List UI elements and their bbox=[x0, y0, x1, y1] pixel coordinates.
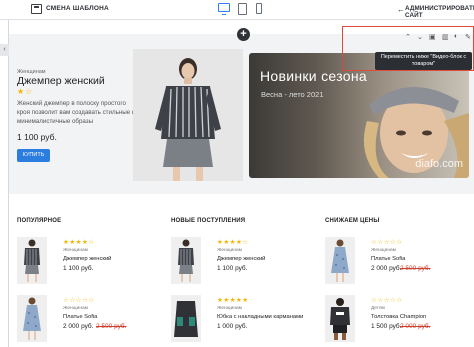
product-price: 1 500 руб. bbox=[371, 323, 402, 330]
admin-site-button[interactable]: АДМИНИСТРИРОВАТЬ САЙТ bbox=[405, 5, 474, 19]
product-name[interactable]: Платье Sofia bbox=[63, 314, 97, 320]
save-icon[interactable]: ▣ bbox=[429, 33, 436, 41]
product-old-price: 2 500 руб. bbox=[400, 265, 431, 272]
section-heading-sale: СНИЖАЕМ ЦЕНЫ bbox=[325, 218, 380, 224]
tablet-view-icon[interactable] bbox=[238, 3, 247, 15]
banner-watermark: diafo.com bbox=[415, 158, 463, 170]
featured-product-image[interactable] bbox=[133, 49, 243, 181]
product-thumb[interactable] bbox=[171, 237, 201, 284]
product-price: 2 000 руб. bbox=[371, 265, 402, 272]
product-category: Женщинам bbox=[217, 306, 242, 311]
product-price: 1 100 руб. bbox=[217, 265, 248, 272]
section-heading-popular: ПОПУЛЯРНОЕ bbox=[17, 218, 62, 224]
product-category: Женщинам bbox=[217, 248, 242, 253]
product-name[interactable]: Юбка с накладными карманами bbox=[217, 314, 303, 320]
product-thumb[interactable] bbox=[171, 295, 201, 342]
product-name[interactable]: Толстовка Champion bbox=[371, 314, 426, 320]
product-category: Детям bbox=[371, 306, 385, 311]
product-thumb[interactable] bbox=[17, 295, 47, 342]
panel-toggle-icon[interactable]: ‹ bbox=[0, 44, 9, 56]
product-category: Женщинам bbox=[63, 248, 88, 253]
product-rating: ☆☆☆☆☆ bbox=[371, 239, 403, 246]
desktop-view-icon[interactable] bbox=[218, 3, 230, 15]
add-block-button[interactable]: + bbox=[237, 28, 250, 41]
product-name[interactable]: Платье Sofia bbox=[371, 256, 405, 262]
featured-price: 1 100 руб. bbox=[17, 132, 57, 142]
buy-button[interactable]: КУПИТЬ bbox=[17, 149, 50, 162]
back-arrow-icon[interactable]: ← bbox=[397, 5, 405, 14]
featured-title[interactable]: Джемпер женский bbox=[17, 75, 105, 87]
product-thumb[interactable] bbox=[17, 237, 47, 284]
product-category: Женщинам bbox=[63, 306, 88, 311]
product-thumb[interactable] bbox=[325, 237, 355, 284]
top-toolbar: СМЕНА ШАБЛОНА ← АДМИНИСТРИРОВАТЬ САЙТ bbox=[0, 0, 474, 20]
section-heading-new: НОВЫЕ ПОСТУПЛЕНИЯ bbox=[171, 218, 246, 224]
move-tooltip: Переместить ниже "Видео-блок с товаром" bbox=[375, 52, 472, 70]
product-price: 1 100 руб. bbox=[63, 265, 94, 272]
template-icon[interactable] bbox=[31, 4, 42, 14]
banner-subtitle: Весна - лето 2021 bbox=[261, 90, 324, 99]
phone-view-icon[interactable] bbox=[256, 3, 262, 14]
change-template-button[interactable]: СМЕНА ШАБЛОНА bbox=[46, 5, 109, 12]
product-thumb[interactable] bbox=[325, 295, 355, 342]
season-banner[interactable]: Новинки сезона Весна - лето 2021 diafo.c… bbox=[249, 53, 469, 178]
product-rating: ★★★★☆ bbox=[63, 239, 95, 246]
product-old-price: 2 500 руб. bbox=[96, 323, 127, 330]
left-panel: ‹ bbox=[0, 20, 9, 347]
hide-icon[interactable]: ◐ bbox=[454, 33, 458, 40]
product-category: Женщинам bbox=[371, 248, 396, 253]
product-price: 1 000 руб. bbox=[217, 323, 248, 330]
featured-rating: ★☆ bbox=[17, 87, 34, 96]
edit-icon[interactable]: ✎ bbox=[465, 33, 471, 41]
product-rating: ☆☆☆☆☆ bbox=[63, 297, 95, 304]
product-rating: ★★★★★ bbox=[217, 297, 249, 304]
product-rating: ☆☆☆☆☆ bbox=[371, 297, 403, 304]
product-name[interactable]: Джемпер женский bbox=[63, 256, 111, 262]
delete-icon[interactable]: ▥ bbox=[442, 33, 449, 41]
move-up-icon[interactable]: ⌃ bbox=[405, 33, 411, 41]
move-down-icon[interactable]: ⌄ bbox=[417, 33, 423, 41]
product-rating: ★★★★☆ bbox=[217, 239, 249, 246]
product-price: 2 000 руб. bbox=[63, 323, 94, 330]
product-old-price: 2 000 руб. bbox=[400, 323, 431, 330]
product-name[interactable]: Джемпер женский bbox=[217, 256, 265, 262]
featured-description: Женский джемпер в полоску простого кроя … bbox=[17, 100, 136, 125]
